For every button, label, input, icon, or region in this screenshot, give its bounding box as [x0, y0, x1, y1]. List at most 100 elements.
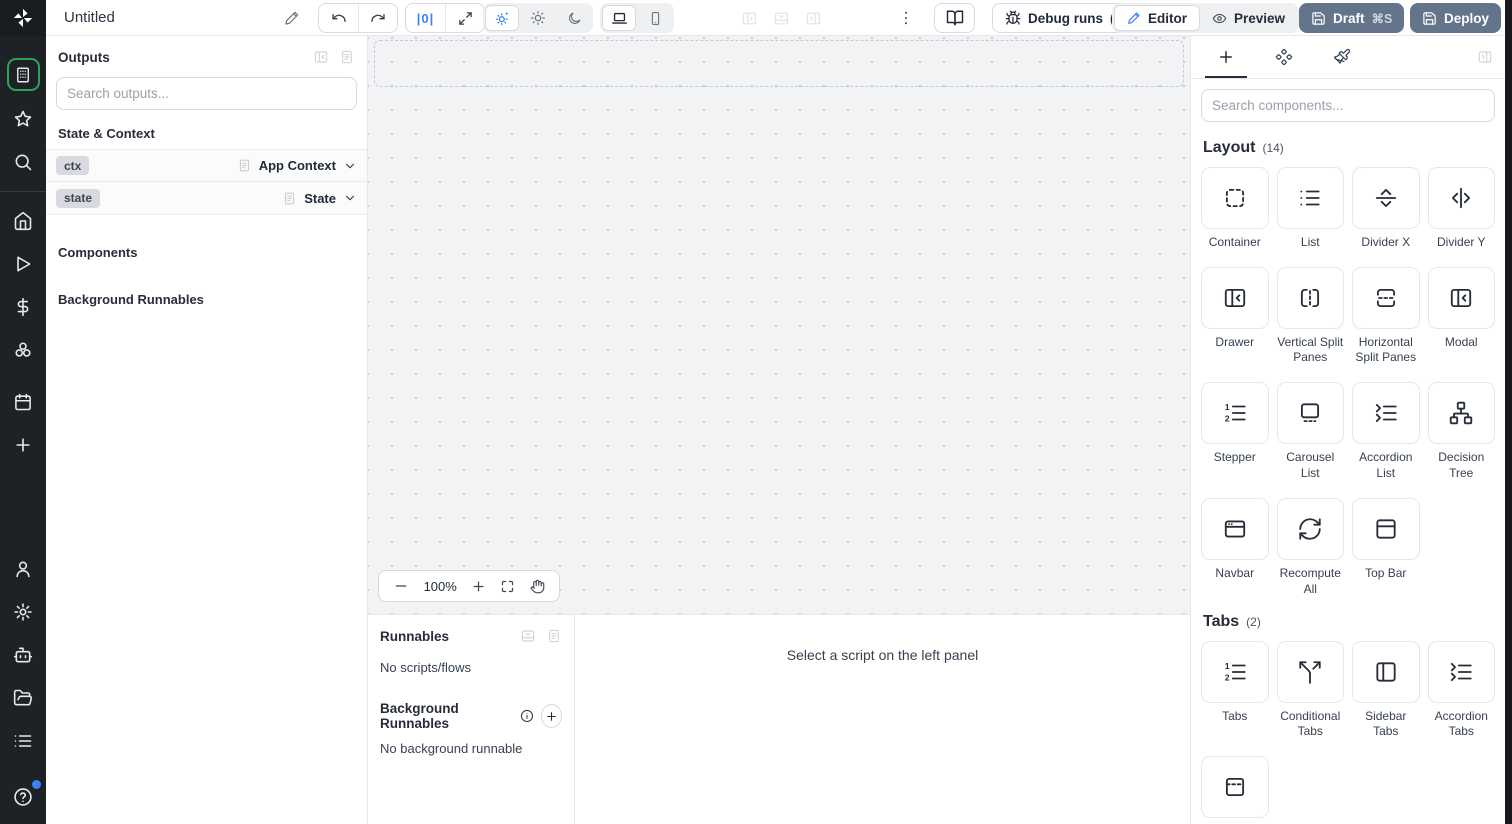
plus-icon [547, 711, 556, 721]
canvas-zoom-toolbar: 100% [378, 570, 560, 602]
component-card-sidebar-tabs[interactable]: Sidebar Tabs [1352, 640, 1420, 741]
sidebar-item-bot[interactable] [8, 640, 38, 670]
component-card-horizontal-split[interactable]: Horizontal Split Panes [1352, 266, 1420, 367]
background-runnables-title: Background Runnables [380, 701, 459, 731]
collapse-panel-icon[interactable] [313, 49, 329, 65]
sidebar-item-user[interactable] [8, 554, 38, 584]
collapse-right-panel-icon[interactable] [1477, 36, 1499, 78]
windmill-logo[interactable] [0, 0, 46, 36]
maximize-icon [458, 11, 472, 25]
component-card-decision-tree[interactable]: Decision Tree [1427, 382, 1495, 482]
undo-button[interactable] [319, 4, 358, 32]
undo-redo-group [318, 3, 398, 33]
component-card-drawer[interactable]: Drawer [1201, 266, 1269, 367]
zoom-out-button[interactable] [393, 578, 409, 594]
sidebar-item-dollar[interactable] [8, 292, 38, 322]
panel-left-ghost-icon [742, 12, 757, 24]
sidebar-item-star[interactable] [8, 104, 38, 134]
add-background-runnable-button[interactable] [540, 704, 562, 728]
more-menu-button[interactable] [897, 9, 915, 27]
component-card-list[interactable]: List [1276, 166, 1344, 251]
component-card-invisible-tabs[interactable] [1201, 756, 1269, 824]
component-card-carousel[interactable]: Carousel List [1276, 382, 1344, 482]
output-type-label: State [304, 190, 336, 206]
fit-view-button[interactable] [500, 579, 515, 594]
theme-light-button[interactable] [521, 5, 555, 31]
sidebar-item-plus[interactable] [8, 430, 38, 460]
sidebar-item-play[interactable] [8, 249, 38, 279]
component-card-accordion-tabs[interactable]: Accordion Tabs [1427, 640, 1495, 741]
outputs-search-input[interactable] [67, 86, 346, 101]
component-label: Container [1208, 234, 1261, 249]
component-card-recompute[interactable]: Recompute All [1276, 497, 1344, 598]
sidebar-item-list-menu[interactable] [8, 726, 38, 756]
output-row-ctx[interactable]: ctx App Context [46, 149, 367, 182]
redo-button[interactable] [358, 4, 397, 32]
sidebar-item-folder[interactable] [8, 683, 38, 713]
sidebar-item-help[interactable] [8, 780, 41, 812]
component-card-tabs[interactable]: 1 2 Tabs [1201, 640, 1269, 741]
toggle-bottom-panel-icon[interactable] [773, 10, 790, 27]
boxes-icon [15, 342, 31, 357]
tab-insert-component[interactable] [1197, 36, 1255, 78]
sidebar-item-calendar[interactable] [8, 387, 38, 417]
component-card-accordion-list[interactable]: Accordion List [1352, 382, 1420, 482]
more-vertical-icon [905, 11, 907, 25]
component-card-stepper[interactable]: 1 2 Stepper [1201, 382, 1269, 482]
tab-styling[interactable] [1313, 36, 1371, 78]
svg-text:1: 1 [1224, 660, 1229, 670]
components-search [1201, 88, 1495, 122]
pan-mode-button[interactable] [530, 579, 545, 594]
component-label: Vertical Split Panes [1277, 334, 1344, 365]
component-card-divider-x[interactable]: Divider X [1352, 166, 1420, 251]
chevron-down-icon[interactable] [343, 191, 357, 205]
chevron-down-icon[interactable] [343, 159, 357, 173]
toggle-left-panel-icon[interactable] [741, 10, 758, 27]
expand-canvas-button[interactable] [445, 4, 484, 32]
editor-tab[interactable]: Editor [1114, 5, 1200, 31]
sidebar-item-search[interactable] [8, 147, 38, 177]
component-card-container[interactable]: Container [1201, 166, 1269, 251]
theme-dark-button[interactable] [557, 5, 591, 31]
components-search-input[interactable] [1212, 97, 1484, 113]
zoom-reset-button[interactable]: |0| [406, 4, 445, 32]
panel-right-ghost-icon [806, 12, 821, 24]
book-icon [946, 10, 963, 26]
no-background-runnable-text: No background runnable [380, 741, 523, 756]
bug-icon [1005, 10, 1021, 26]
edit-title-pencil-icon[interactable] [284, 10, 300, 26]
drawer-icon [1224, 288, 1245, 307]
output-row-state[interactable]: state State [46, 182, 367, 215]
select-script-hint: Select a script on the left panel [786, 647, 979, 663]
device-mobile-button[interactable] [638, 5, 672, 31]
collapse-bottom-panel-icon[interactable] [520, 628, 536, 644]
device-desktop-button[interactable] [602, 5, 636, 31]
theme-auto-button[interactable] [485, 5, 519, 31]
sidebar-item-boxes[interactable] [8, 335, 38, 365]
tab-component-tree[interactable] [1255, 36, 1313, 78]
component-card-divider-y[interactable]: Divider Y [1427, 166, 1495, 251]
app-canvas[interactable]: 100% [368, 36, 1190, 614]
sidebar-item-gear[interactable] [8, 597, 38, 627]
deploy-button[interactable]: Deploy [1410, 3, 1502, 33]
draft-button[interactable]: Draft ⌘S [1299, 3, 1405, 33]
toggle-right-panel-icon[interactable] [805, 10, 822, 27]
canvas-dropzone[interactable] [374, 40, 1184, 87]
doc-panel-icon[interactable] [339, 49, 355, 65]
doc-panel-icon[interactable] [546, 628, 562, 644]
sidebar-item-building[interactable] [6, 58, 40, 91]
theme-toggle-group [483, 3, 593, 33]
pencil-icon [285, 11, 299, 25]
save-icon [1311, 11, 1326, 26]
docs-button[interactable] [934, 3, 975, 33]
component-card-modal[interactable]: Modal [1427, 266, 1495, 367]
notification-dot [32, 780, 41, 789]
preview-tab[interactable]: Preview [1200, 5, 1297, 31]
component-card-vertical-split[interactable]: Vertical Split Panes [1276, 266, 1344, 367]
component-card-navbar[interactable]: Navbar [1201, 497, 1269, 598]
sidebar-item-home[interactable] [8, 206, 38, 236]
component-card-top-bar[interactable]: Top Bar [1352, 497, 1420, 598]
zoom-in-button[interactable] [471, 579, 486, 594]
component-card-conditional-tabs[interactable]: Conditional Tabs [1276, 640, 1344, 741]
modal-icon [1451, 288, 1472, 307]
